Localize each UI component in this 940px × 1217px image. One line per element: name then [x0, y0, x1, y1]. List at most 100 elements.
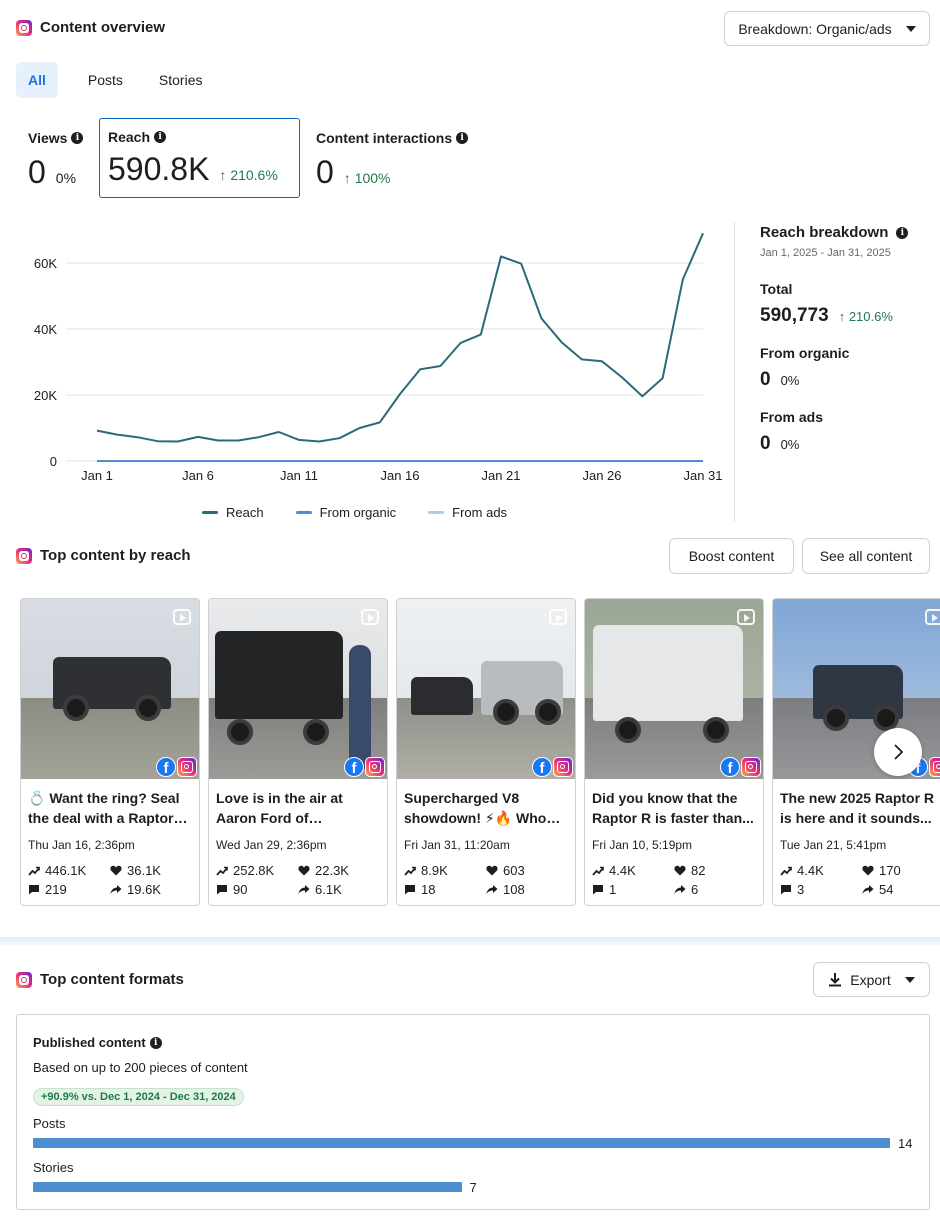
metric-reach[interactable]: Reach i 590.8K ↑ 210.6% — [99, 118, 300, 198]
info-icon[interactable]: i — [149, 1036, 162, 1049]
y-tick-label: 60K — [34, 256, 57, 271]
instagram-icon — [741, 757, 761, 777]
content-overview-label: Content overview — [40, 19, 166, 36]
x-tick-label: Jan 31 — [683, 468, 722, 483]
stat-comments-value: 3 — [797, 882, 805, 897]
stat-reach: 4.4K — [592, 863, 674, 878]
facebook-icon: f — [720, 757, 740, 777]
trend-icon — [780, 866, 792, 876]
top-content-carousel: f 💍 Want the ring? Seal the deal with a … — [20, 598, 940, 906]
heart-icon — [298, 865, 310, 876]
content-thumbnail[interactable]: f — [21, 599, 199, 779]
content-card[interactable]: f Did you know that the Raptor R is fast… — [584, 598, 764, 906]
metric-views[interactable]: Views i 0 0% — [28, 130, 84, 191]
legend-swatch — [202, 511, 218, 514]
content-card-date: Thu Jan 16, 2:36pm — [28, 838, 135, 852]
stat-likes-value: 603 — [503, 863, 525, 878]
views-pct: 0% — [55, 170, 77, 186]
stat-shares-value: 54 — [879, 882, 894, 897]
breakdown-organic-pct: 0% — [780, 373, 800, 388]
instagram-icon — [16, 547, 32, 564]
interactions-pct: ↑ 100% — [344, 170, 391, 186]
interactions-pct-value: 100% — [354, 170, 391, 186]
arrow-up-icon: ↑ — [838, 309, 849, 324]
metric-content-interactions[interactable]: Content interactions i 0 ↑ 100% — [316, 130, 469, 191]
share-icon — [674, 885, 686, 894]
content-card[interactable]: f Supercharged V8 showdown! ⚡🔥 Who wins?… — [396, 598, 576, 906]
wheel-shape — [703, 717, 729, 743]
info-icon[interactable]: i — [71, 132, 84, 144]
reel-icon — [737, 609, 755, 625]
y-tick-label: 20K — [34, 388, 57, 403]
share-icon — [862, 885, 874, 894]
stat-comments: 18 — [404, 882, 486, 897]
breakdown-total-value: 590,773 — [760, 305, 829, 326]
legend-item-organic[interactable]: From organic — [295, 505, 396, 520]
info-icon[interactable]: i — [154, 131, 167, 143]
stat-shares-value: 6.1K — [315, 882, 342, 897]
x-tick-label: Jan 16 — [380, 468, 419, 483]
person-shape — [349, 645, 371, 769]
content-card[interactable]: f 💍 Want the ring? Seal the deal with a … — [20, 598, 200, 906]
boost-content-button[interactable]: Boost content — [669, 538, 794, 574]
heart-icon — [486, 865, 498, 876]
legend-swatch — [428, 511, 445, 514]
legend-item-ads[interactable]: From ads — [428, 505, 507, 520]
reach-label: Reach — [108, 129, 151, 145]
stat-reach: 8.9K — [404, 863, 486, 878]
trend-icon — [592, 866, 604, 876]
truck-shape — [411, 677, 473, 715]
comment-icon — [593, 885, 603, 895]
tab-posts[interactable]: Posts — [76, 62, 135, 98]
content-overview-title: Content overview — [16, 19, 165, 36]
trend-icon — [216, 866, 228, 876]
arrow-up-icon: ↑ — [219, 167, 231, 183]
breakdown-dropdown[interactable]: Breakdown: Organic/ads — [724, 11, 930, 46]
wheel-shape — [535, 699, 561, 725]
legend-item-reach[interactable]: Reach — [202, 505, 264, 520]
bar-posts[interactable] — [33, 1138, 890, 1148]
export-label: Export — [850, 971, 891, 988]
x-tick-label: Jan 11 — [280, 468, 318, 483]
wheel-shape — [615, 717, 641, 743]
wheel-shape — [303, 719, 329, 745]
stat-likes: 22.3K — [298, 863, 380, 878]
see-all-content-button[interactable]: See all content — [802, 538, 930, 574]
stat-likes: 603 — [486, 863, 568, 878]
series-line-reach[interactable] — [96, 232, 704, 443]
content-card-date: Fri Jan 10, 5:19pm — [592, 838, 693, 852]
stat-shares-value: 6 — [691, 882, 699, 897]
share-icon — [110, 885, 122, 894]
instagram-icon — [929, 757, 940, 777]
reach-pct-value: 210.6% — [230, 167, 278, 183]
stat-reach: 252.8K — [216, 863, 298, 878]
bar-stories[interactable] — [33, 1182, 462, 1192]
breakdown-dropdown-label: Breakdown: Organic/ads — [738, 20, 892, 37]
chevron-right-icon — [894, 744, 904, 760]
content-thumbnail[interactable]: f — [585, 599, 763, 779]
content-thumbnail[interactable]: f — [397, 599, 575, 779]
x-tick-label: Jan 21 — [481, 468, 520, 483]
stat-shares: 6.1K — [298, 882, 380, 897]
stat-reach: 446.1K — [28, 863, 110, 878]
x-tick-label: Jan 6 — [182, 468, 214, 483]
stat-likes: 82 — [674, 863, 756, 878]
section-separator — [0, 937, 940, 945]
stat-reach-value: 4.4K — [797, 863, 824, 878]
carousel-next-button[interactable] — [874, 728, 922, 776]
tab-stories[interactable]: Stories — [147, 62, 215, 98]
content-card-title: The new 2025 Raptor R is here and it sou… — [780, 790, 935, 826]
tab-all[interactable]: All — [16, 62, 58, 98]
content-card-date: Tue Jan 21, 5:41pm — [780, 838, 887, 852]
export-dropdown[interactable]: Export — [813, 962, 930, 997]
info-icon[interactable]: i — [456, 132, 469, 144]
content-card-date: Fri Jan 31, 11:20am — [404, 838, 510, 852]
content-thumbnail[interactable]: f — [209, 599, 387, 779]
stat-comments: 3 — [780, 882, 862, 897]
breakdown-organic-value: 0 — [760, 369, 771, 390]
bar-value-stories: 7 — [469, 1180, 477, 1195]
content-card-date: Wed Jan 29, 2:36pm — [216, 838, 327, 852]
info-icon[interactable]: i — [896, 226, 909, 239]
content-card[interactable]: f Love is in the air at Aaron Ford of Es… — [208, 598, 388, 906]
published-content-subtitle: Based on up to 200 pieces of content — [33, 1060, 248, 1075]
